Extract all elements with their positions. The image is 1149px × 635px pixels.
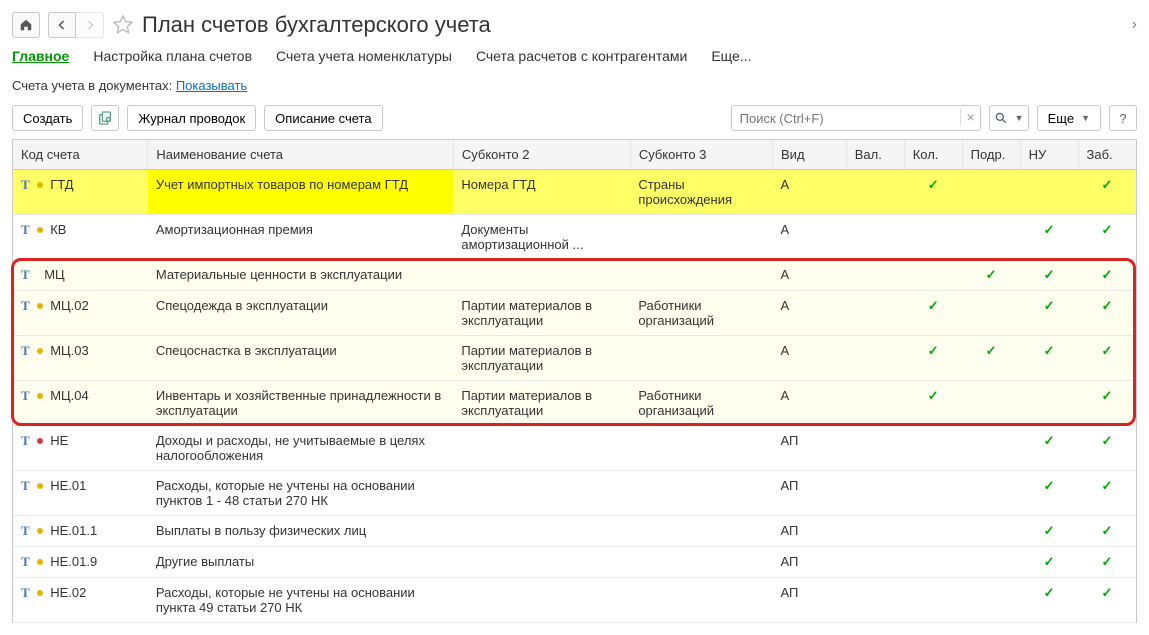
description-button[interactable]: Описание счета: [264, 105, 382, 131]
check-icon: ✓: [1102, 388, 1113, 403]
check-icon: ✓: [928, 388, 939, 403]
t-icon: T: [21, 388, 35, 404]
help-button[interactable]: ?: [1109, 105, 1137, 131]
t-icon: T: [21, 523, 35, 539]
check-icon: ✓: [1102, 343, 1113, 358]
table-row[interactable]: T НЕ.02Расходы, которые не учтены на осн…: [13, 578, 1136, 623]
check-icon: ✓: [1102, 554, 1113, 569]
check-icon: ✓: [1044, 222, 1055, 237]
copy-add-icon: [97, 110, 113, 126]
copy-button[interactable]: [91, 105, 119, 131]
t-icon: T: [21, 267, 35, 283]
tab-1[interactable]: Настройка плана счетов: [93, 48, 252, 64]
chevron-down-icon: ▼: [1015, 113, 1024, 123]
check-icon: ✓: [1044, 478, 1055, 493]
check-icon: ✓: [1044, 267, 1055, 282]
table-row[interactable]: T МЦ.04Инвентарь и хозяйственные принадл…: [13, 381, 1136, 426]
t-icon: T: [21, 585, 35, 601]
tab-3[interactable]: Счета расчетов с контрагентами: [476, 48, 687, 64]
table-row[interactable]: T ГТДУчет импортных товаров по номерам Г…: [13, 170, 1136, 215]
check-icon: ✓: [1102, 298, 1113, 313]
t-icon: T: [21, 298, 35, 314]
search-clear-button[interactable]: ×: [960, 109, 974, 125]
check-icon: ✓: [986, 267, 997, 282]
col-header[interactable]: Вал.: [846, 140, 904, 170]
t-icon: T: [21, 433, 35, 449]
col-header[interactable]: Подр.: [962, 140, 1020, 170]
check-icon: ✓: [1044, 343, 1055, 358]
table-row[interactable]: T МЦ.03Спецоснастка в эксплуатацииПартии…: [13, 336, 1136, 381]
col-header[interactable]: Заб.: [1078, 140, 1136, 170]
page-title: План счетов бухгалтерского учета: [142, 12, 491, 38]
forward-button: [76, 12, 104, 38]
tab-0[interactable]: Главное: [12, 48, 69, 64]
check-icon: ✓: [986, 343, 997, 358]
col-header[interactable]: Субконто 2: [453, 140, 630, 170]
home-icon: [19, 18, 33, 32]
search-icon: [994, 111, 1008, 125]
expand-button[interactable]: ›: [1132, 16, 1137, 34]
arrow-right-icon: [84, 19, 96, 31]
check-icon: ✓: [1102, 523, 1113, 538]
check-icon: ✓: [1044, 433, 1055, 448]
check-icon: ✓: [1044, 554, 1055, 569]
col-header[interactable]: Кол.: [904, 140, 962, 170]
tab-bar: Главное Настройка плана счетов Счета учета…: [12, 48, 1137, 64]
docline: Счета учета в документах: Показывать: [12, 78, 1137, 93]
create-button[interactable]: Создать: [12, 105, 83, 131]
table-row[interactable]: T МЦМатериальные ценности в эксплуатации…: [13, 260, 1136, 291]
col-header[interactable]: Наименование счета: [148, 140, 454, 170]
table-row[interactable]: T НЕДоходы и расходы, не учитываемые в ц…: [13, 426, 1136, 471]
tab-2[interactable]: Счета учета номенклатуры: [276, 48, 452, 64]
table-row[interactable]: T НЕ.01Расходы, которые не учтены на осн…: [13, 471, 1136, 516]
t-icon: T: [21, 177, 35, 193]
docline-link[interactable]: Показывать: [176, 78, 247, 93]
accounts-table: Код счетаНаименование счетаСубконто 2Суб…: [13, 140, 1136, 623]
back-button[interactable]: [48, 12, 76, 38]
check-icon: ✓: [1102, 222, 1113, 237]
check-icon: ✓: [928, 343, 939, 358]
t-icon: T: [21, 478, 35, 494]
check-icon: ✓: [1102, 177, 1113, 192]
docline-prefix: Счета учета в документах:: [12, 78, 176, 93]
table-row[interactable]: T КВАмортизационная премияДокументы амор…: [13, 215, 1136, 260]
col-header[interactable]: НУ: [1020, 140, 1078, 170]
check-icon: ✓: [1044, 585, 1055, 600]
check-icon: ✓: [928, 298, 939, 313]
col-header[interactable]: Субконто 3: [630, 140, 772, 170]
check-icon: ✓: [1044, 298, 1055, 313]
check-icon: ✓: [1044, 523, 1055, 538]
table-row[interactable]: T МЦ.02Спецодежда в эксплуатацииПартии м…: [13, 291, 1136, 336]
t-icon: T: [21, 222, 35, 238]
tab-4[interactable]: Еще...: [711, 48, 751, 64]
t-icon: T: [21, 554, 35, 570]
check-icon: ✓: [1102, 433, 1113, 448]
check-icon: ✓: [1102, 478, 1113, 493]
table-row[interactable]: T НЕ.01.1Выплаты в пользу физических лиц…: [13, 516, 1136, 547]
home-button[interactable]: [12, 12, 40, 38]
more-button[interactable]: Еще▼: [1037, 105, 1101, 131]
arrow-left-icon: [56, 19, 68, 31]
check-icon: ✓: [1102, 267, 1113, 282]
chevron-down-icon: ▼: [1081, 113, 1090, 123]
col-header[interactable]: Вид: [773, 140, 847, 170]
search-button[interactable]: ▼: [989, 105, 1029, 131]
favorite-star-icon[interactable]: [112, 14, 134, 36]
table-row[interactable]: T НЕ.01.9Другие выплатыАП✓✓: [13, 547, 1136, 578]
check-icon: ✓: [1102, 585, 1113, 600]
search-input[interactable]: [731, 105, 981, 131]
check-icon: ✓: [928, 177, 939, 192]
col-header[interactable]: Код счета: [13, 140, 148, 170]
help-icon: ?: [1119, 111, 1126, 126]
t-icon: T: [21, 343, 35, 359]
journal-button[interactable]: Журнал проводок: [127, 105, 256, 131]
